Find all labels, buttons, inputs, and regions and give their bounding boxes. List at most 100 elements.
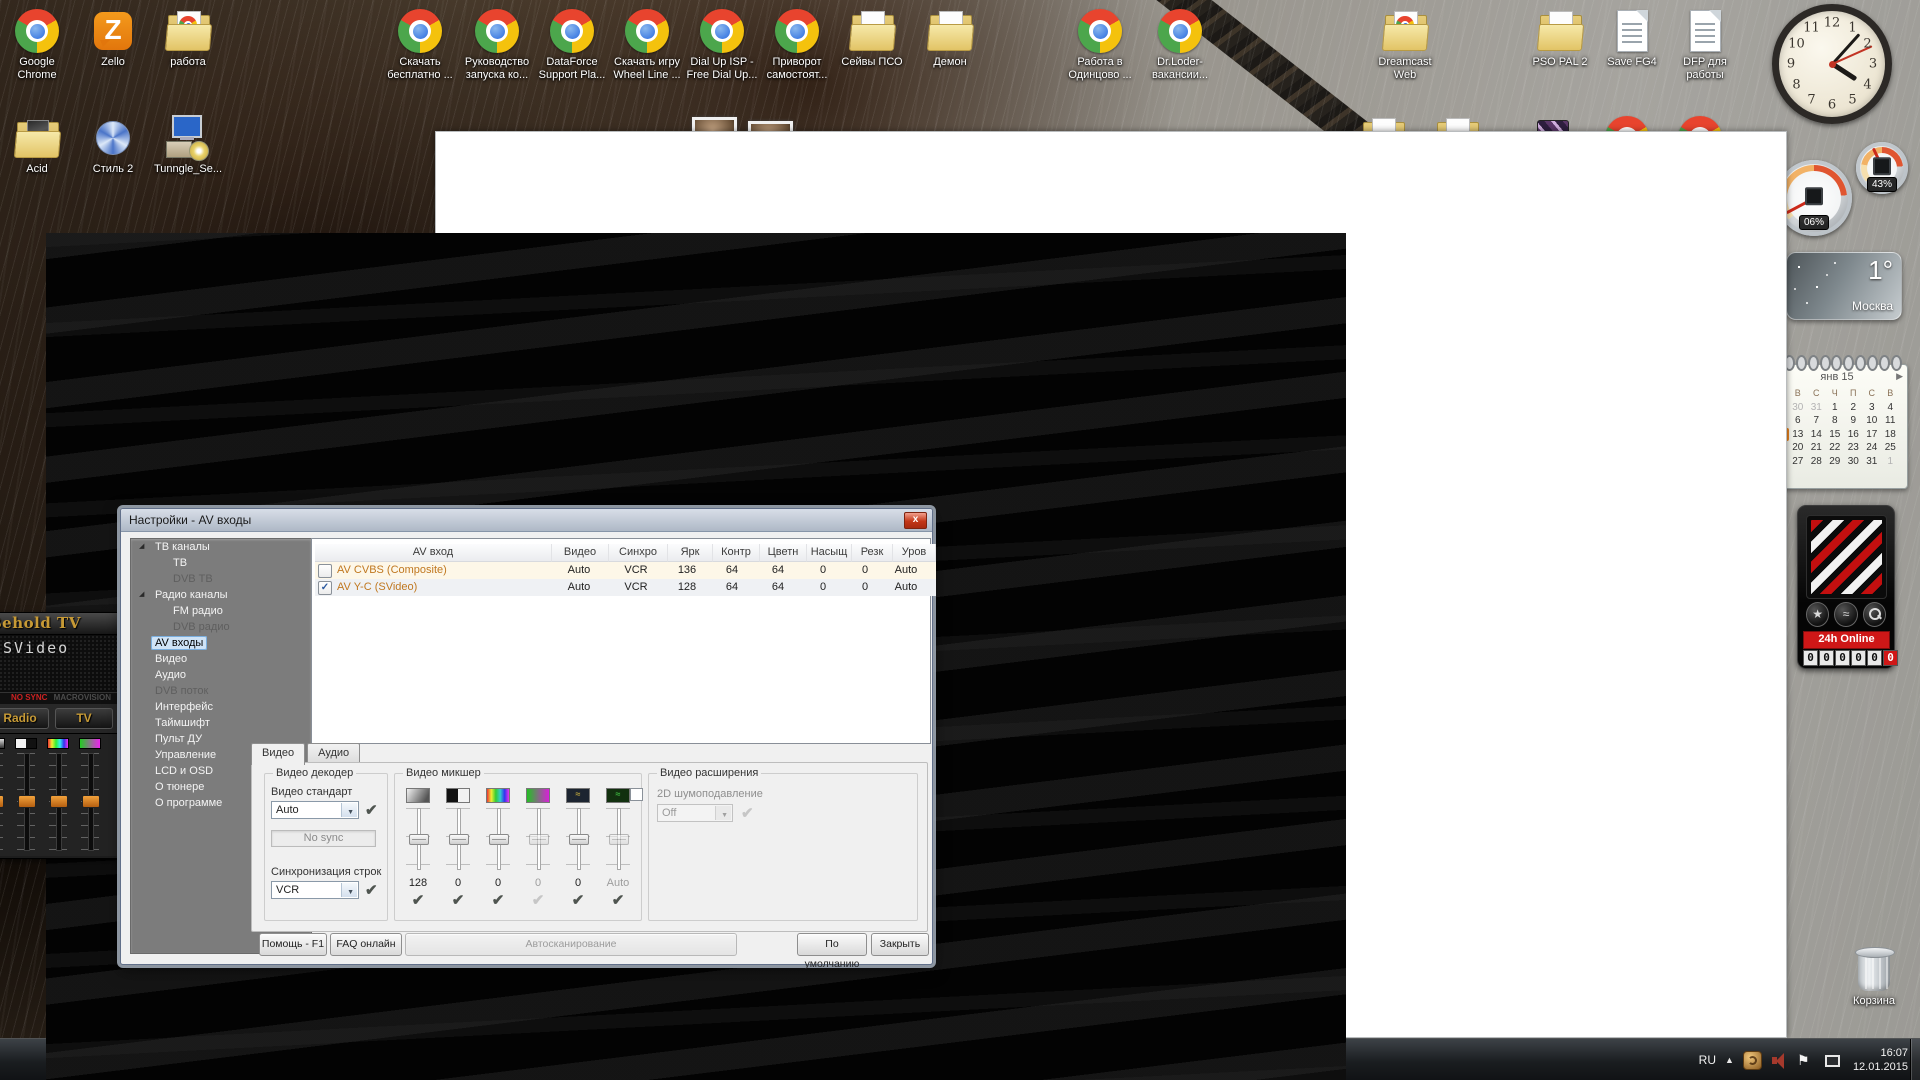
tree-item-fm-радио[interactable]: FM радио [131,603,311,619]
skin-slider-track[interactable] [49,753,67,851]
desktop-icon-save-fg4[interactable]: Save FG4 [1593,8,1671,69]
close-icon[interactable]: x [904,512,927,529]
mixer-channel-check-icon[interactable]: ✔ [599,891,637,909]
taskbar-clock[interactable]: 16:07 12.01.2015 [1853,1046,1908,1074]
mixer-slider-thumb[interactable] [449,834,469,845]
mixer-auto-checkbox[interactable] [630,788,643,801]
mixer-slider-thumb[interactable] [529,834,549,845]
desktop-icon-стиль-2[interactable]: Стиль 2 [74,115,152,176]
behold-tv-panel[interactable]: Behold TV SVideo 7 NO SYNC MACROVISION R… [0,612,118,859]
action-center-flag-icon[interactable]: ⚑ [1797,1052,1814,1069]
column-header-видео[interactable]: Видео [552,544,609,562]
checkbox-unchecked-icon[interactable] [318,564,332,578]
desktop-icon-pso-pal-2[interactable]: PSO PAL 2 [1521,8,1599,69]
column-header-цветн[interactable]: Цветн [760,544,807,562]
desktop-icon-dreamcast-web[interactable]: Dreamcast Web [1366,8,1444,82]
button-faq-онлайн[interactable]: FAQ онлайн [330,933,402,956]
column-header-резк[interactable]: Резк [852,544,893,562]
radio-button[interactable]: Radio [0,708,49,729]
column-header-контр[interactable]: Контр [713,544,760,562]
tree-item-тв-каналы[interactable]: ТВ каналы [131,539,311,555]
column-header-av-вход[interactable]: AV вход [315,544,552,562]
tree-item-видео[interactable]: Видео [131,651,311,667]
skin-slider-greenmagenta[interactable] [77,738,103,851]
video-standard-apply-check-icon[interactable]: ✔ [365,801,378,819]
desktop-icon-google-chrome[interactable]: Google Chrome [0,8,76,82]
desktop-icon-dr-loder-вакансии-[interactable]: Dr.Loder- вакансии... [1141,8,1219,82]
skin-slider-plain[interactable] [0,738,7,851]
skin-slider-track[interactable] [81,753,99,851]
desktop-icon-демон[interactable]: Демон [911,8,989,69]
desktop-icon-руководство-запуска-ко-[interactable]: Руководство запуска ко... [458,8,536,82]
desktop-icon-tunngle-se-[interactable]: Tunngle_Se... [149,115,227,176]
desktop-icon-zello[interactable]: Zello [74,8,152,69]
tree-item-таймшифт[interactable]: Таймшифт [131,715,311,731]
mixer-channel-check-icon[interactable]: ✔ [399,891,437,909]
skin-slider-rainbow[interactable] [45,738,71,851]
desktop-icon-dial-up-isp-free-dial-up-[interactable]: Dial Up ISP - Free Dial Up... [683,8,761,82]
skin-slider-thumb[interactable] [50,795,68,808]
tv-tuner-tray-icon[interactable] [1743,1051,1762,1070]
show-hidden-icons-icon[interactable]: ▲ [1725,1055,1734,1065]
mixer-slider-thumb[interactable] [489,834,509,845]
column-header-насыщ[interactable]: Насыщ [807,544,852,562]
desktop-icon-скачать-игру-wheel-line-[interactable]: Скачать игру Wheel Line ... [608,8,686,82]
tab-video[interactable]: Видео [251,743,305,765]
mixer-slider-track[interactable] [406,808,430,870]
button-закрыть[interactable]: Закрыть [871,933,929,956]
desktop-icon-dfp-для-работы[interactable]: DFP для работы [1666,8,1744,82]
skin-slider-track[interactable] [0,753,3,851]
tree-item-dvb-радио[interactable]: DVB радио [131,619,311,635]
tree-item-аудио[interactable]: Аудио [131,667,311,683]
mixer-channel-check-icon[interactable]: ✔ [439,891,477,909]
column-header-ярк[interactable]: Ярк [668,544,713,562]
skin-slider-thumb[interactable] [0,795,4,808]
tree-item-dvb-тв[interactable]: DVB ТВ [131,571,311,587]
line-sync-dropdown[interactable]: VCR [271,881,359,899]
show-desktop-button[interactable] [1910,1039,1920,1080]
skin-slider-thumb[interactable] [82,795,100,808]
skin-slider-contrast[interactable] [13,738,39,851]
mixer-slider-thumb[interactable] [569,834,589,845]
tree-item-av-входы[interactable]: AV входы [131,635,311,651]
button-помощь-f1[interactable]: Помощь - F1 [259,933,327,956]
desktop-icon-работа-в-одинцово-[interactable]: Работа в Одинцово ... [1061,8,1139,82]
mixer-slider-thumb[interactable] [609,834,629,845]
tree-item-интерфейс[interactable]: Интерфейс [131,699,311,715]
mixer-slider-track[interactable] [606,808,630,870]
desktop-icon-dataforce-support-pla-[interactable]: DataForce Support Pla... [533,8,611,82]
mixer-slider-thumb[interactable] [409,834,429,845]
desktop-icon-приворот-самостоят-[interactable]: Приворот самостоят... [758,8,836,82]
tree-item-радио-каналы[interactable]: Радио каналы [131,587,311,603]
language-indicator[interactable]: RU [1699,1053,1716,1067]
volume-icon[interactable] [1771,1052,1788,1069]
mixer-slider-track[interactable] [446,808,470,870]
desktop-icon-acid[interactable]: Acid [0,115,76,176]
table-row[interactable]: ✓AV Y-C (SVideo)AutoVCR128646400Auto [315,579,936,596]
dialog-titlebar[interactable]: Настройки - AV входы x [121,509,932,532]
button-по-умолчанию[interactable]: По умолчанию [797,933,867,956]
desktop-icon-скачать-бесплатно-[interactable]: Скачать бесплатно ... [381,8,459,82]
tab-audio[interactable]: Аудио [307,743,360,763]
noise-reduction-dropdown[interactable]: Off [657,804,733,822]
mixer-slider-track[interactable] [566,808,590,870]
mixer-channel-check-icon[interactable]: ✔ [479,891,517,909]
tree-item-dvb-поток[interactable]: DVB поток [131,683,311,699]
mixer-slider-track[interactable] [526,808,550,870]
network-icon[interactable] [1823,1052,1840,1069]
mixer-channel-check-icon[interactable]: ✔ [559,891,597,909]
mixer-slider-track[interactable] [486,808,510,870]
video-standard-dropdown[interactable]: Auto [271,801,359,819]
column-header-уров[interactable]: Уров [893,544,936,562]
checkbox-checked-icon[interactable]: ✓ [318,581,332,595]
tree-item-тв[interactable]: ТВ [131,555,311,571]
tv-button[interactable]: TV [55,708,113,729]
recycle-bin[interactable]: Корзина [1832,945,1916,1007]
line-sync-apply-check-icon[interactable]: ✔ [365,881,378,899]
skin-slider-thumb[interactable] [18,795,36,808]
desktop-icon-работа[interactable]: работа [149,8,227,69]
skin-slider-track[interactable] [17,753,35,851]
table-row[interactable]: AV CVBS (Composite)AutoVCR136646400Auto [315,562,936,579]
mixer-channel-check-icon[interactable]: ✔ [519,891,557,909]
desktop-icon-сейвы-псо[interactable]: Сейвы ПСО [833,8,911,69]
